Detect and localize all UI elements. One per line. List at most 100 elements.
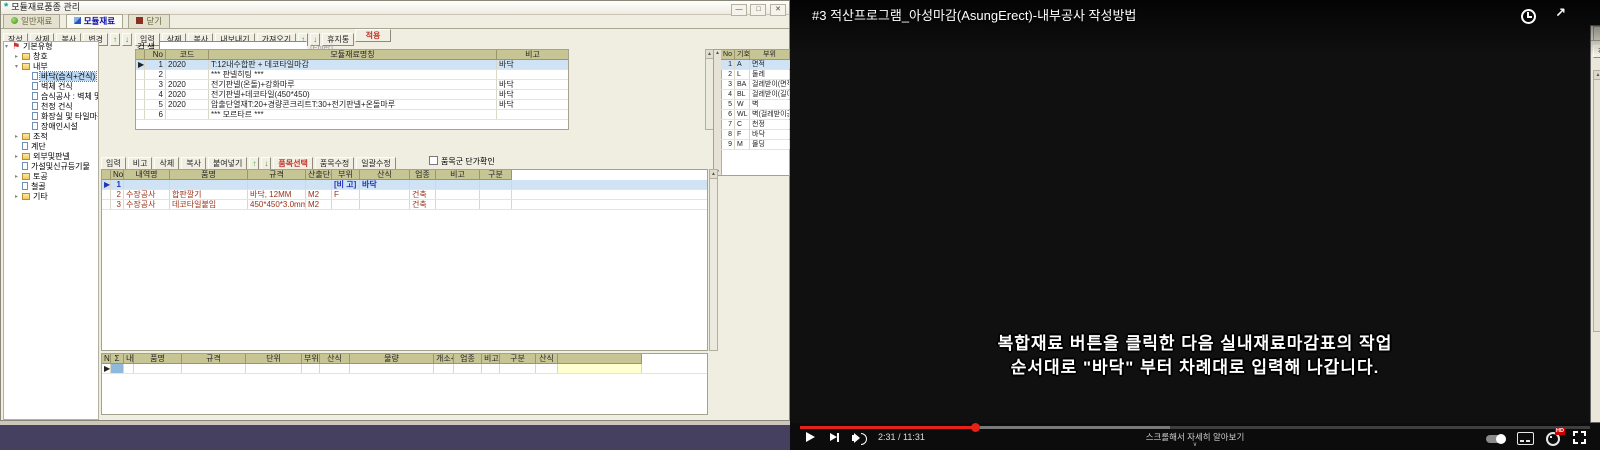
tab-bar: 일반재료 모듈재료 닫기	[1, 14, 789, 29]
row-marker	[136, 80, 145, 89]
table-row[interactable]: 2 *** 판넬히팅 ***	[136, 70, 568, 80]
item-detail-table: No내역명품명규격산출단위부위산식업종비고구분 ▶ 1 [비 고] 바닥	[101, 169, 708, 351]
screenshot-root: *모듈재료품종 관리 — □ ✕ 일반재료 모듈재료 닫기 작성삭제복사변경↑↓…	[0, 0, 1600, 450]
panel-row[interactable]: 6 WL 벽(걸레받이공제)	[721, 110, 789, 120]
tree-item-label: 철골	[30, 182, 47, 191]
row-marker	[102, 200, 111, 209]
captions-icon[interactable]	[1517, 432, 1534, 445]
tree-node-icon	[32, 72, 38, 80]
panel-row[interactable]: 4 BL 걸레받이(길이)	[721, 90, 789, 100]
cell	[558, 364, 642, 373]
table-row[interactable]: 6 *** 모르타르 ***	[136, 110, 568, 120]
tree-item[interactable]: 습식공사 : 벽체 및 천정	[4, 92, 98, 102]
autoplay-toggle[interactable]	[1486, 435, 1506, 443]
tree-item[interactable]: ▸조적	[4, 132, 98, 142]
cell-formula	[360, 190, 410, 199]
category-tree: ▾ 기본유형 ▸창호 ▾내부 바닥(습식+건식) 벽체 건식 습식공사 : 벽체 …	[3, 41, 99, 420]
table-row[interactable]: ▶ 1 2020 T:12내수합판 + 데코타일마감 바닥	[136, 60, 568, 70]
cell	[134, 364, 182, 373]
panel-row[interactable]: 5 W 벽	[721, 100, 789, 110]
column-header: 개소+물량	[434, 354, 454, 364]
tree-item[interactable]: 벽체 건식	[4, 82, 98, 92]
unit-price-checkbox[interactable]	[429, 156, 438, 165]
tree-item[interactable]: ▸ 토공	[4, 172, 98, 182]
toolbar-button[interactable]: ↑	[110, 33, 120, 46]
video-title[interactable]: #3 적산프로그램_아성마감(AsungErect)-내부공사 작성방법	[812, 5, 1136, 24]
cell-part	[332, 200, 360, 209]
cell-item-name	[170, 180, 248, 189]
tab-label: 닫기	[146, 16, 162, 26]
toolbar-button[interactable]: ↓	[122, 33, 132, 46]
tree-item[interactable]: 화장실 및 타일마감	[4, 112, 98, 122]
left-app-window: *모듈재료품종 관리 — □ ✕ 일반재료 모듈재료 닫기 작성삭제복사변경↑↓…	[0, 0, 790, 421]
tree-item[interactable]: ▸창호	[4, 52, 98, 62]
settings-gear-icon[interactable]: HD	[1546, 432, 1560, 446]
panel-row[interactable]: 7 C 천정	[721, 120, 789, 130]
tab-module-material[interactable]: 모듈재료	[66, 14, 123, 28]
tree-node-icon	[32, 102, 38, 110]
cell	[536, 364, 558, 373]
tree-expander-icon[interactable]: ▸	[15, 52, 22, 62]
table-row[interactable]: 4 2020 전기판넬+데코타일(450*450) 바닥	[136, 90, 568, 100]
column-header: 비고	[436, 170, 480, 180]
tree-item[interactable]: 바닥(습식+건식)	[4, 72, 98, 82]
tree-expander-icon[interactable]: ▸	[15, 192, 22, 202]
detail-scrollbar[interactable]	[709, 169, 718, 351]
titlebar[interactable]: *모듈재료품종 관리 — □ ✕	[1, 1, 789, 15]
panel-row[interactable]: 1 A 면적	[721, 60, 789, 70]
table-row[interactable]: 2 수장공사 합판깔기 바닥, 12MM M2 F 건축	[102, 190, 707, 200]
chevron-down-icon[interactable]	[790, 441, 1600, 448]
fullscreen-icon[interactable]	[1573, 431, 1586, 444]
part-symbol-panel: No기호부위 1 A 면적 2 L 둘레 3 BA	[713, 49, 790, 176]
tree-item-label: 토공	[32, 172, 49, 181]
cell-code: 2020	[166, 90, 209, 99]
table-header-row: No내역명품명규격산출단위부위산식업종비고구분	[102, 170, 707, 180]
tree-expander-icon[interactable]: ▸	[15, 132, 22, 142]
cell-note	[497, 110, 569, 119]
watch-later-icon[interactable]	[1521, 9, 1536, 24]
tab-general-material[interactable]: 일반재료	[3, 14, 60, 28]
progress-bar[interactable]	[800, 426, 1590, 429]
tree-expander-icon[interactable]: ▾	[15, 62, 22, 72]
table-row[interactable]: ▶	[102, 364, 707, 374]
table-row[interactable]: 3 수장공사 데코타일붙임 450*450*3.0mm (왁스무) M2 건축	[102, 200, 707, 210]
panel-body: 1 A 면적 2 L 둘레 3 BA 걸레받이(면적) 4	[721, 60, 789, 150]
tree-item[interactable]: ▾내부	[4, 62, 98, 72]
cell-division	[480, 190, 512, 199]
tree-item[interactable]: 천정 건식	[4, 102, 98, 112]
tree-item[interactable]: ▸외부및판넬	[4, 152, 98, 162]
tree-item[interactable]: ▸ 기타	[4, 192, 98, 202]
tree-expander-icon[interactable]: ▸	[15, 152, 22, 162]
cell-part: 걸레받이(길이)	[750, 90, 790, 99]
table-body: ▶	[102, 364, 707, 374]
cell-code: 2020	[166, 60, 209, 69]
tree-scrollbar	[1593, 70, 1600, 332]
tree-item[interactable]: 철골	[4, 182, 98, 192]
tree-item[interactable]: 장애인시설	[4, 122, 98, 132]
tree-node-icon	[22, 153, 30, 160]
cell-part: 천정	[750, 120, 790, 129]
panel-row[interactable]: 8 F 바닥	[721, 130, 789, 140]
share-icon[interactable]	[1555, 5, 1566, 21]
scroll-up-icon[interactable]	[715, 50, 720, 56]
table-row[interactable]: 5 2020 압출단열재T:20+경량콘크리트T:30+전기판넬+온돌마루 바닥	[136, 100, 568, 110]
cell-code	[166, 70, 209, 79]
panel-row[interactable]: 2 L 둘레	[721, 70, 789, 80]
tree-expander-icon[interactable]: ▸	[15, 172, 22, 182]
panel-row[interactable]: 3 BA 걸레받이(면적)	[721, 80, 789, 90]
tree-item-label: 기타	[32, 192, 49, 201]
tree-expander-icon[interactable]: ▾	[5, 42, 12, 52]
tree-item[interactable]: 계단	[4, 142, 98, 152]
table-row[interactable]: ▶ 1 [비 고] 바닥	[102, 180, 707, 190]
tab-close[interactable]: 닫기	[128, 14, 170, 28]
panel-header-row: No기호부위	[721, 50, 789, 60]
tree-item[interactable]: ▾ 기본유형	[4, 42, 98, 52]
apply-button[interactable]: 적용	[355, 29, 391, 42]
panel-row[interactable]: 9 M 몰딩	[721, 140, 789, 150]
table-row[interactable]: 3 2020 전기판넬(온돌)+강화마루 바닥	[136, 80, 568, 90]
tree-item[interactable]: 가설및신규등기물	[4, 162, 98, 172]
cell-unit	[306, 180, 332, 189]
column-header: 산식	[536, 354, 558, 364]
tree-item-label: 기본유형	[22, 42, 53, 51]
cell-name: T:12내수합판 + 데코타일마감	[209, 60, 497, 69]
